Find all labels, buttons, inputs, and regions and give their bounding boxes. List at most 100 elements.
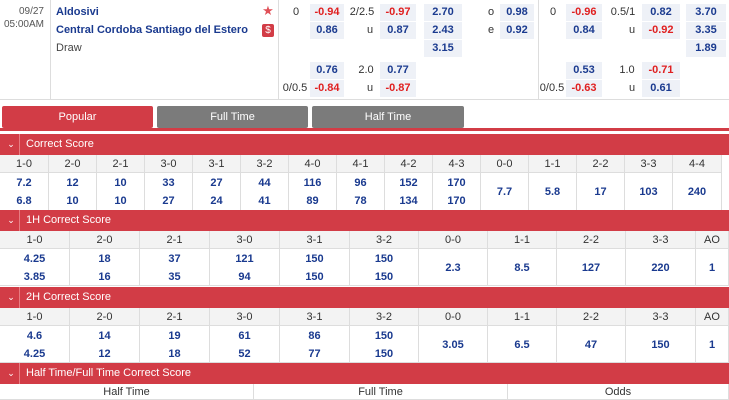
- odds-cell[interactable]: 1: [696, 326, 729, 363]
- ft-hdp-away[interactable]: 0.86: [310, 22, 344, 39]
- odds-cell[interactable]: 7.7: [481, 173, 529, 211]
- odds-cell[interactable]: 27 24: [193, 173, 241, 211]
- odds-value-home[interactable]: 152: [385, 177, 432, 189]
- odds-value[interactable]: 3.05: [419, 339, 487, 351]
- odds-cell[interactable]: 103: [625, 173, 673, 211]
- odds-cell[interactable]: 96 78: [337, 173, 385, 211]
- chevron-down-icon[interactable]: ⌄: [4, 134, 18, 155]
- odds-cell[interactable]: 37 35: [140, 249, 210, 286]
- ht-ou-over[interactable]: 0.82: [642, 4, 680, 21]
- odds-cell[interactable]: 3.05: [419, 326, 488, 363]
- dollar-icon[interactable]: $: [262, 24, 274, 37]
- ht-hdp-home[interactable]: -0.96: [566, 4, 602, 21]
- odds-cell[interactable]: 152 134: [385, 173, 433, 211]
- odds-cell[interactable]: 2.3: [419, 249, 488, 286]
- odds-value-home[interactable]: 4.25: [0, 253, 69, 265]
- star-icon[interactable]: ★: [262, 4, 274, 18]
- odds-cell[interactable]: 4.25 3.85: [0, 249, 70, 286]
- odds-value-home[interactable]: 150: [350, 330, 418, 342]
- ht-ou2-under[interactable]: 0.61: [642, 80, 680, 97]
- ht-1x2-draw[interactable]: 1.89: [686, 40, 726, 57]
- odds-value-home[interactable]: 12: [49, 177, 96, 189]
- odds-cell[interactable]: 61 52: [210, 326, 280, 363]
- odds-value[interactable]: 17: [577, 186, 624, 198]
- ft-ou2-under[interactable]: -0.87: [380, 80, 416, 97]
- odds-cell[interactable]: 220: [626, 249, 696, 286]
- ft-1x2-draw[interactable]: 3.15: [424, 40, 462, 57]
- odds-value[interactable]: 150: [626, 339, 695, 351]
- odds-value-away[interactable]: 27: [145, 195, 192, 207]
- odds-value[interactable]: 1: [696, 262, 728, 274]
- ht-hdp2-home[interactable]: 0.53: [566, 62, 602, 79]
- odds-cell[interactable]: 150 150: [280, 249, 350, 286]
- odds-cell[interactable]: 18 16: [70, 249, 140, 286]
- chevron-down-icon[interactable]: ⌄: [4, 287, 18, 308]
- odds-value[interactable]: 2.3: [419, 262, 487, 274]
- odds-value-away[interactable]: 78: [337, 195, 384, 207]
- odds-value-home[interactable]: 86: [280, 330, 349, 342]
- section-correct-score[interactable]: ⌄ Correct Score: [0, 134, 729, 155]
- ft-ou-over[interactable]: -0.97: [380, 4, 416, 21]
- odds-cell[interactable]: 6.5: [488, 326, 557, 363]
- odds-value-away[interactable]: 24: [193, 195, 240, 207]
- ht-ou-under[interactable]: -0.92: [642, 22, 680, 39]
- odds-cell[interactable]: 14 12: [70, 326, 140, 363]
- ht-hdp-away[interactable]: 0.84: [566, 22, 602, 39]
- odds-value-away[interactable]: 52: [210, 348, 279, 360]
- odds-value-away[interactable]: 150: [280, 271, 349, 283]
- odds-cell[interactable]: 33 27: [145, 173, 193, 211]
- odds-value-home[interactable]: 44: [241, 177, 288, 189]
- odds-value-away[interactable]: 35: [140, 271, 209, 283]
- home-team[interactable]: Aldosivi: [56, 6, 99, 18]
- odds-value-away[interactable]: 6.8: [0, 195, 48, 207]
- ft-1x2-home[interactable]: 2.70: [424, 4, 462, 21]
- odds-value[interactable]: 7.7: [481, 186, 528, 198]
- odds-cell[interactable]: 12 10: [49, 173, 97, 211]
- odds-value-away[interactable]: 89: [289, 195, 336, 207]
- ft-hdp-home[interactable]: -0.94: [310, 4, 344, 21]
- odds-value[interactable]: 47: [557, 339, 625, 351]
- odds-cell[interactable]: 10 10: [97, 173, 145, 211]
- chevron-down-icon[interactable]: ⌄: [4, 210, 18, 231]
- odds-value[interactable]: 6.5: [488, 339, 556, 351]
- section-htft-correct-score[interactable]: ⌄ Half Time/Full Time Correct Score: [0, 363, 729, 384]
- odds-value-away[interactable]: 170: [433, 195, 480, 207]
- odds-cell[interactable]: 5.8: [529, 173, 577, 211]
- odds-value-home[interactable]: 7.2: [0, 177, 48, 189]
- odds-cell[interactable]: 121 94: [210, 249, 280, 286]
- odds-value-away[interactable]: 10: [97, 195, 144, 207]
- odds-value[interactable]: 103: [625, 186, 672, 198]
- ft-ou-under[interactable]: 0.87: [380, 22, 416, 39]
- odds-value-away[interactable]: 4.25: [0, 348, 69, 360]
- odds-value-home[interactable]: 27: [193, 177, 240, 189]
- odds-cell[interactable]: 8.5: [488, 249, 557, 286]
- odds-cell[interactable]: 19 18: [140, 326, 210, 363]
- odds-cell[interactable]: 44 41: [241, 173, 289, 211]
- odds-value-home[interactable]: 121: [210, 253, 279, 265]
- odds-cell[interactable]: 150 150: [350, 249, 419, 286]
- odds-value-home[interactable]: 170: [433, 177, 480, 189]
- ft-ou2-over[interactable]: 0.77: [380, 62, 416, 79]
- ht-ou2-over[interactable]: -0.71: [642, 62, 680, 79]
- odds-value-home[interactable]: 18: [70, 253, 139, 265]
- odds-value-away[interactable]: 150: [350, 271, 418, 283]
- odds-value-away[interactable]: 77: [280, 348, 349, 360]
- odds-value-away[interactable]: 12: [70, 348, 139, 360]
- odds-value-home[interactable]: 116: [289, 177, 336, 189]
- odds-value-home[interactable]: 96: [337, 177, 384, 189]
- odds-cell[interactable]: 170 170: [433, 173, 481, 211]
- chevron-down-icon[interactable]: ⌄: [4, 363, 18, 384]
- tab-half-time[interactable]: Half Time: [312, 106, 464, 128]
- odds-value[interactable]: 220: [626, 262, 695, 274]
- odds-value-home[interactable]: 4.6: [0, 330, 69, 342]
- odds-value-home[interactable]: 14: [70, 330, 139, 342]
- tab-popular[interactable]: Popular: [2, 106, 153, 128]
- ht-1x2-away[interactable]: 3.35: [686, 22, 726, 39]
- odds-value-home[interactable]: 150: [350, 253, 418, 265]
- odds-value[interactable]: 127: [557, 262, 625, 274]
- odds-cell[interactable]: 4.6 4.25: [0, 326, 70, 363]
- section-2h-correct-score[interactable]: ⌄ 2H Correct Score: [0, 287, 729, 308]
- odds-value-home[interactable]: 61: [210, 330, 279, 342]
- odds-value-away[interactable]: 16: [70, 271, 139, 283]
- odds-value-home[interactable]: 33: [145, 177, 192, 189]
